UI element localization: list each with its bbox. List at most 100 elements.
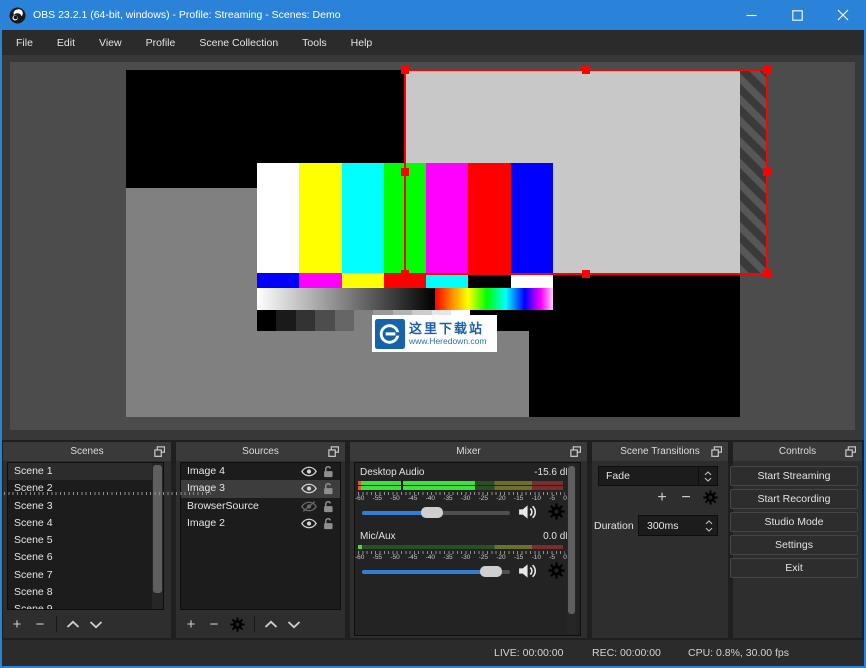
- source-properties-gear-icon[interactable]: [230, 616, 245, 632]
- scale-tick-label: -5: [549, 554, 555, 561]
- scale-tick-label: -20: [496, 554, 506, 561]
- minimize-icon: [746, 14, 756, 16]
- menu-item[interactable]: Tools: [290, 30, 339, 55]
- volume-slider-handle[interactable]: [479, 566, 502, 577]
- source-list-item[interactable]: Image 4: [181, 463, 340, 480]
- gray-step: [315, 310, 335, 331]
- visibility-eye-icon[interactable]: [301, 518, 317, 529]
- transition-current-value: Fade: [606, 470, 630, 482]
- dock-float-icon[interactable]: [154, 446, 165, 457]
- meter-tick-marks: [4, 492, 211, 495]
- scene-list-item[interactable]: Scene 9: [8, 601, 163, 609]
- unlock-icon[interactable]: [323, 500, 334, 513]
- selection-handle-top-left[interactable]: [401, 66, 409, 74]
- volume-slider[interactable]: [362, 566, 510, 577]
- move-source-down-button[interactable]: [287, 620, 301, 629]
- channel-settings-gear-icon[interactable]: [548, 562, 565, 579]
- settings-button[interactable]: Settings: [730, 535, 858, 555]
- duration-spinbox[interactable]: 300ms: [638, 515, 718, 536]
- scenes-dock-title-label: Scenes: [70, 446, 104, 457]
- chevron-down-icon: [705, 527, 713, 531]
- scale-tick-label: -20: [496, 495, 506, 502]
- menu-item[interactable]: Help: [339, 30, 385, 55]
- selection-handle-middle-right[interactable]: [763, 168, 771, 176]
- scene-list-item[interactable]: Scene 8: [8, 584, 163, 601]
- scale-tick-label: -55: [372, 554, 383, 561]
- scale-tick-label: -5: [549, 495, 555, 502]
- menu-item[interactable]: View: [87, 30, 134, 55]
- menu-item[interactable]: Edit: [45, 30, 87, 55]
- unlock-icon[interactable]: [323, 465, 334, 479]
- unlock-icon[interactable]: [323, 482, 334, 496]
- mixer-scrollbar-handle[interactable]: [568, 466, 575, 614]
- start-recording-button[interactable]: Start Recording: [730, 489, 858, 509]
- combo-spinner[interactable]: [698, 467, 717, 485]
- heredown-logo-icon: [375, 318, 405, 349]
- channel-settings-gear-icon[interactable]: [548, 503, 565, 520]
- add-scene-button[interactable]: +: [10, 617, 24, 632]
- menu-item[interactable]: Profile: [134, 30, 188, 55]
- start-streaming-button[interactable]: Start Streaming: [730, 466, 858, 486]
- selection-handle-top-right[interactable]: [763, 66, 771, 74]
- add-transition-button[interactable]: +: [655, 490, 669, 506]
- mixer-scrollbar[interactable]: [567, 464, 576, 634]
- dock-float-icon[interactable]: [328, 446, 339, 457]
- remove-transition-button[interactable]: −: [679, 490, 693, 506]
- sources-toolbar: + −: [184, 615, 301, 633]
- unlock-icon[interactable]: [323, 517, 334, 530]
- gray-step: [257, 310, 277, 331]
- watermark-url: www.Heredown.com: [409, 335, 487, 346]
- scenes-scrollbar[interactable]: [152, 463, 163, 609]
- dock-float-icon[interactable]: [845, 446, 856, 457]
- titlebar: OBS 23.2.1 (64-bit, windows) - Profile: …: [0, 0, 866, 30]
- add-source-button[interactable]: +: [184, 617, 198, 632]
- sources-dock-title-label: Sources: [242, 446, 279, 457]
- channel-name: Desktop Audio: [360, 467, 425, 478]
- minimize-button[interactable]: [728, 0, 774, 30]
- channel-name: Mic/Aux: [360, 531, 396, 542]
- spinbox-arrows[interactable]: [701, 516, 717, 535]
- selection-handle-bottom-right[interactable]: [763, 270, 771, 278]
- transition-toolbar: + −: [592, 490, 718, 506]
- transition-select[interactable]: Fade: [598, 466, 718, 486]
- selection-handle-top-middle[interactable]: [582, 66, 590, 74]
- visibility-eye-icon[interactable]: [301, 500, 317, 512]
- move-scene-down-button[interactable]: [89, 620, 103, 629]
- visibility-eye-icon[interactable]: [301, 466, 317, 477]
- transitions-dock-title: Scene Transitions: [592, 442, 728, 461]
- transitions-dock-title-label: Scene Transitions: [620, 446, 700, 457]
- dock-float-icon[interactable]: [570, 446, 581, 457]
- close-button[interactable]: [820, 0, 866, 30]
- scale-tick-label: -25: [478, 495, 488, 502]
- speaker-icon[interactable]: [517, 562, 536, 580]
- exit-button[interactable]: Exit: [730, 558, 858, 578]
- selection-handle-middle-left[interactable]: [401, 168, 409, 176]
- selection-handle-bottom-left[interactable]: [401, 270, 409, 278]
- volume-slider-handle[interactable]: [420, 507, 443, 518]
- menu-item[interactable]: File: [4, 30, 45, 55]
- speaker-icon[interactable]: [517, 503, 536, 521]
- scene-list-item[interactable]: Scene 5: [8, 532, 163, 549]
- controls-dock-title-label: Controls: [778, 446, 817, 457]
- meter-scale-labels: -60 -55 -50 -45 -40 -35 -30 -25 -20 -15 -10 -5 0: [355, 554, 567, 561]
- scale-tick-label: -30: [460, 495, 471, 502]
- menu-item[interactable]: Scene Collection: [187, 30, 290, 55]
- window-title: OBS 23.2.1 (64-bit, windows) - Profile: …: [33, 9, 341, 21]
- selection-handle-bottom-middle[interactable]: [582, 270, 590, 278]
- remove-scene-button[interactable]: −: [33, 617, 47, 632]
- remove-source-button[interactable]: −: [207, 617, 221, 632]
- studio-mode-button[interactable]: Studio Mode: [730, 512, 858, 532]
- source-label: Image 4: [187, 465, 225, 477]
- scale-tick-label: -50: [390, 554, 400, 561]
- transition-properties-gear-icon[interactable]: [703, 490, 718, 505]
- statusbar: LIVE: 00:00:00 REC: 00:00:00 CPU: 0.8%, …: [2, 640, 864, 666]
- visibility-eye-icon[interactable]: [301, 483, 317, 494]
- scene-list-item[interactable]: Scene 1: [8, 463, 163, 481]
- volume-slider[interactable]: [362, 507, 510, 518]
- move-scene-up-button[interactable]: [66, 620, 80, 629]
- color-bar: [341, 163, 384, 273]
- move-source-up-button[interactable]: [264, 620, 278, 629]
- maximize-button[interactable]: [774, 0, 820, 30]
- toolbar-separator: [56, 616, 57, 632]
- dock-float-icon[interactable]: [711, 446, 722, 457]
